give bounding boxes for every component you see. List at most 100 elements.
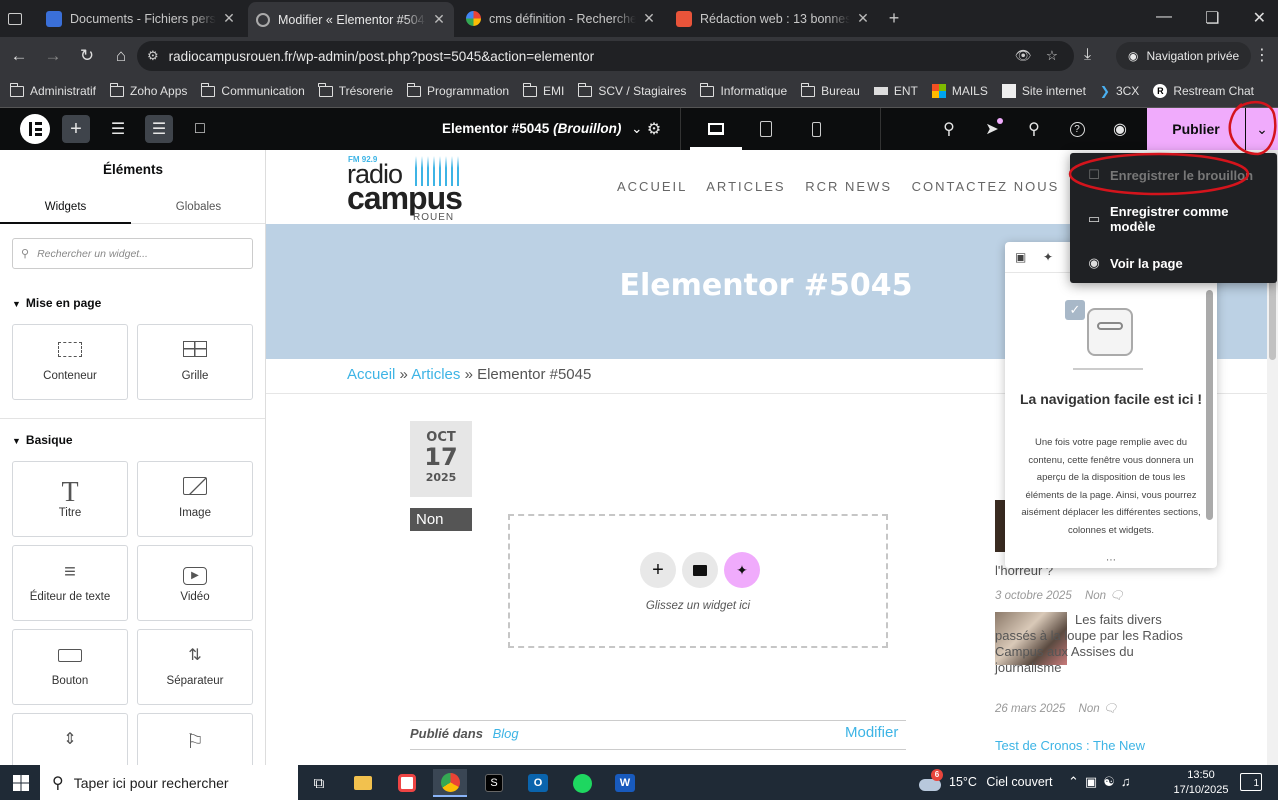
close-icon[interactable]: ✕: [222, 10, 236, 27]
widget-video[interactable]: ▶ Vidéo: [137, 545, 253, 621]
wifi-icon[interactable]: ☯: [1103, 774, 1121, 789]
app-icon-black[interactable]: S: [477, 769, 511, 797]
bookmark-emi[interactable]: EMI: [522, 82, 564, 98]
search-icon[interactable]: ⚲: [1020, 115, 1048, 143]
widget-grille[interactable]: Grille: [137, 324, 253, 400]
post-comments[interactable]: Non: [1079, 703, 1100, 715]
widget-image[interactable]: Image: [137, 461, 253, 537]
resize-handle-icon[interactable]: ⋯: [1005, 556, 1217, 566]
back-button[interactable]: ←: [2, 39, 36, 73]
comments-badge[interactable]: Non: [410, 508, 472, 531]
tab-documents[interactable]: Documents - Fichiers personnel ✕: [38, 4, 244, 33]
bookmark-scv[interactable]: SCV / Stagiaires: [577, 82, 686, 98]
view-page-item[interactable]: ◉ Voir la page: [1070, 241, 1277, 285]
star-icon[interactable]: ☆: [1046, 48, 1058, 64]
tab-google[interactable]: cms définition - Recherche Goo ✕: [458, 4, 664, 33]
integrations-plug-icon[interactable]: ⚲: [935, 115, 963, 143]
widget-separateur[interactable]: ⇅ Séparateur: [137, 629, 253, 705]
chevron-up-icon[interactable]: ⌃: [1068, 774, 1085, 789]
bookmark-tresorerie[interactable]: Trésorerie: [318, 82, 393, 98]
minimize-icon[interactable]: —: [1156, 8, 1172, 28]
bookmark-zoho[interactable]: Zoho Apps: [109, 82, 187, 98]
private-mode-badge[interactable]: ◉ Navigation privée: [1116, 42, 1252, 70]
site-settings-icon[interactable]: ⚙: [147, 48, 159, 64]
widget-google-maps[interactable]: ⚐: [137, 713, 253, 765]
menu-kebab-icon[interactable]: ⋮: [1254, 45, 1270, 65]
save-as-template-item[interactable]: ▭ Enregistrer comme modèle: [1070, 197, 1277, 241]
eye-off-icon[interactable]: 👁: [1015, 48, 1032, 64]
post-title[interactable]: Les faits divers passés à la loupe par l…: [995, 612, 1185, 676]
bookmark-administratif[interactable]: Administratif: [9, 82, 96, 98]
reload-button[interactable]: ↻: [70, 39, 104, 73]
desktop-view-icon[interactable]: [702, 115, 730, 143]
close-icon[interactable]: ✕: [856, 10, 870, 27]
file-explorer-icon[interactable]: [346, 769, 380, 797]
structure-layers-icon[interactable]: ☰: [145, 115, 173, 143]
bookmark-ent[interactable]: ENT: [873, 84, 918, 98]
taskbar-search-input[interactable]: ⚲ Taper ici pour rechercher: [40, 765, 298, 800]
windows-start-icon[interactable]: [4, 769, 38, 797]
widget-espaceur[interactable]: ⇕: [12, 713, 128, 765]
close-icon[interactable]: ✕: [642, 10, 656, 27]
tab-elementor[interactable]: Modifier « Elementor #5045 » ‹ ✕: [248, 2, 454, 37]
bookmark-bureau[interactable]: Bureau: [800, 82, 860, 98]
close-window-icon[interactable]: ✕: [1253, 8, 1266, 28]
bookmark-programmation[interactable]: Programmation: [406, 82, 509, 98]
section-basique[interactable]: ▼ Basique: [12, 433, 73, 447]
network-icon[interactable]: ▣: [1085, 774, 1103, 789]
widget-search-input[interactable]: ⚲ Rechercher un widget...: [12, 238, 253, 269]
app-icon-red[interactable]: [390, 769, 424, 797]
post-title-link[interactable]: Test de Cronos : The New: [995, 738, 1145, 753]
nav-contact[interactable]: CONTACTEZ NOUS: [912, 179, 1060, 194]
chrome-icon[interactable]: [433, 769, 467, 797]
site-logo[interactable]: FM 92.9 radio campus ROUEN: [347, 152, 467, 224]
forward-button[interactable]: →: [36, 39, 70, 73]
notification-center-icon[interactable]: 1: [1240, 773, 1262, 791]
download-icon[interactable]: ⤓: [1084, 46, 1091, 64]
widget-bouton[interactable]: Bouton: [12, 629, 128, 705]
template-library-button[interactable]: [682, 552, 718, 588]
home-button[interactable]: ⌂: [104, 39, 138, 73]
add-section-button[interactable]: +: [640, 552, 676, 588]
launch-rocket-icon[interactable]: ➤: [978, 115, 1006, 143]
page-settings-gear-icon[interactable]: ⚙: [640, 115, 668, 143]
clock[interactable]: 13:50 17/10/2025: [1170, 768, 1232, 798]
navigator-collapse-icon[interactable]: ▣: [1015, 250, 1026, 264]
restore-icon[interactable]: ❏: [1205, 8, 1219, 28]
ai-sparkle-button[interactable]: ✦: [724, 552, 760, 588]
mobile-view-icon[interactable]: [802, 115, 830, 143]
document-title[interactable]: Elementor #5045 (Brouillon) ⌄: [442, 121, 642, 137]
nav-rcr-news[interactable]: RCR NEWS: [805, 179, 892, 194]
nav-accueil[interactable]: ACCUEIL: [617, 179, 687, 194]
spotify-icon[interactable]: [565, 769, 599, 797]
tab-widgets[interactable]: Widgets: [0, 194, 131, 224]
breadcrumb-home[interactable]: Accueil: [347, 366, 395, 383]
volume-icon[interactable]: ♫: [1121, 774, 1137, 789]
tablet-view-icon[interactable]: [752, 115, 780, 143]
bookmark-informatique[interactable]: Informatique: [699, 82, 787, 98]
bookmark-mails[interactable]: MAILS: [931, 84, 988, 98]
outlook-icon[interactable]: O: [521, 769, 555, 797]
widget-titre[interactable]: T Titre: [12, 461, 128, 537]
elementor-logo-icon[interactable]: [20, 114, 50, 144]
settings-sliders-icon[interactable]: ☰: [104, 115, 132, 143]
tab-list-button[interactable]: [2, 4, 28, 33]
url-bar[interactable]: ⚙ radiocampusrouen.fr/wp-admin/post.php?…: [137, 41, 1074, 71]
nav-articles[interactable]: ARTICLES: [706, 179, 785, 194]
bookmark-communication[interactable]: Communication: [200, 82, 305, 98]
post-comments[interactable]: Non: [1085, 590, 1106, 602]
weather-text[interactable]: 15°C Ciel couvert: [949, 775, 1052, 789]
add-element-button[interactable]: +: [62, 115, 90, 143]
breadcrumb-articles[interactable]: Articles: [411, 366, 460, 383]
weather-icon[interactable]: 6: [919, 769, 943, 793]
navigator-ai-icon[interactable]: ✦: [1043, 250, 1053, 264]
word-icon[interactable]: W: [608, 769, 642, 797]
category-link[interactable]: Blog: [493, 726, 519, 741]
widget-drop-zone[interactable]: + ✦ Glissez un widget ici: [508, 514, 888, 648]
widget-conteneur[interactable]: Conteneur: [12, 324, 128, 400]
tab-globales[interactable]: Globales: [131, 194, 265, 224]
widget-editeur-texte[interactable]: ≡ Éditeur de texte: [12, 545, 128, 621]
task-view-icon[interactable]: ⧉: [302, 769, 336, 797]
section-mise-en-page[interactable]: ▼ Mise en page: [12, 296, 101, 310]
navigator-scrollbar[interactable]: [1206, 290, 1213, 520]
